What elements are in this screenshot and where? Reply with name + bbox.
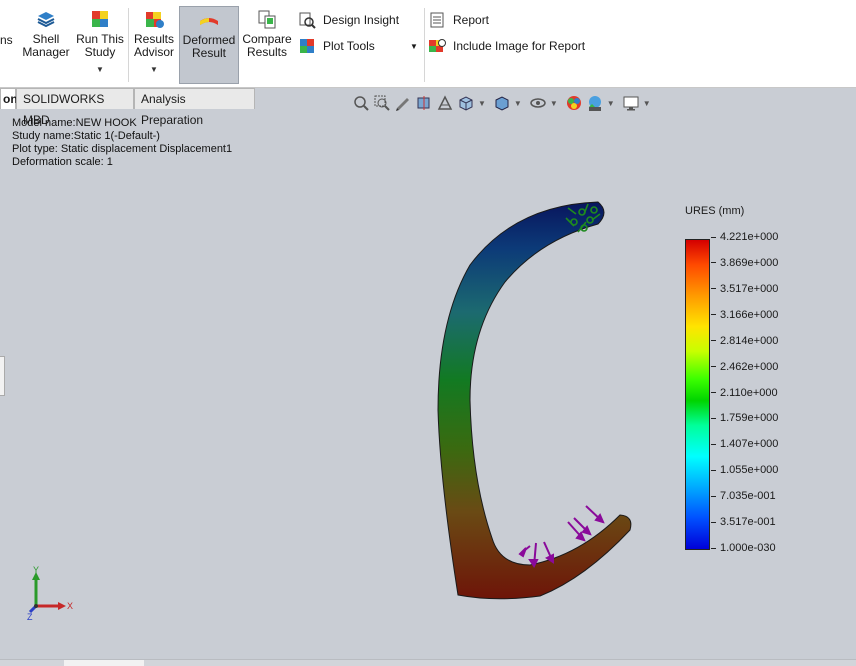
coordinate-triad bbox=[28, 572, 66, 614]
legend-tick-text: 3.517e+000 bbox=[720, 282, 779, 295]
legend-color-bar[interactable] bbox=[685, 239, 710, 550]
legend-tick-label: 3.517e+000 bbox=[711, 283, 778, 295]
legend-tick-text: 2.462e+000 bbox=[720, 360, 779, 373]
legend-tick-label: 1.407e+000 bbox=[711, 438, 778, 450]
legend-tick-mark bbox=[711, 366, 716, 368]
legend-tick-mark bbox=[711, 417, 716, 419]
legend-tick-label: 1.759e+000 bbox=[711, 412, 778, 424]
hook-model[interactable] bbox=[437, 201, 632, 600]
legend-title: URES (mm) bbox=[685, 205, 745, 217]
legend-tick-text: 1.759e+000 bbox=[720, 412, 779, 425]
legend-tick-label: 2.462e+000 bbox=[711, 361, 778, 373]
legend-tick-label: 1.055e+000 bbox=[711, 464, 778, 476]
legend-tick-label: 2.814e+000 bbox=[711, 335, 778, 347]
legend-tick-mark bbox=[711, 288, 716, 290]
legend-tick-text: 2.110e+000 bbox=[720, 386, 778, 399]
legend-tick-label: 3.517e-001 bbox=[711, 516, 776, 528]
bottom-tab[interactable] bbox=[64, 660, 144, 666]
legend-tick-mark bbox=[711, 495, 716, 497]
model-viewport[interactable]: Y X Z bbox=[0, 0, 856, 665]
legend-tick-text: 7.035e-001 bbox=[720, 490, 776, 503]
triad-y-label: Y bbox=[33, 565, 39, 575]
legend-tick-mark bbox=[711, 547, 716, 549]
legend-tick-text: 3.869e+000 bbox=[720, 256, 779, 269]
legend-tick-label: 7.035e-001 bbox=[711, 490, 776, 502]
legend-tick-text: 3.517e-001 bbox=[720, 516, 776, 529]
legend-tick-label: 3.166e+000 bbox=[711, 309, 778, 321]
legend-tick-label: 2.110e+000 bbox=[711, 387, 778, 399]
legend-tick-mark bbox=[711, 521, 716, 523]
legend-tick-mark bbox=[711, 314, 716, 316]
legend-tick-mark bbox=[711, 443, 716, 445]
legend-tick-mark bbox=[711, 392, 716, 393]
legend-tick-mark bbox=[711, 469, 716, 471]
legend-tick-text: 3.166e+000 bbox=[720, 308, 779, 321]
legend-tick-label: 3.869e+000 bbox=[711, 257, 778, 269]
triad-x-label: X bbox=[67, 601, 73, 611]
legend-tick-text: 1.407e+000 bbox=[720, 438, 779, 451]
legend-tick-mark bbox=[711, 236, 716, 238]
triad-z-label: Z bbox=[27, 612, 33, 622]
legend-tick-text: 4.221e+000 bbox=[720, 231, 779, 243]
legend-tick-mark bbox=[711, 340, 716, 342]
legend-tick-text: 2.814e+000 bbox=[720, 334, 779, 347]
legend-tick-text: 1.055e+000 bbox=[720, 464, 779, 477]
legend-tick-label: 4.221e+000 bbox=[711, 231, 778, 243]
legend-tick-mark bbox=[711, 262, 716, 264]
legend-tick-label: 1.000e-030 bbox=[711, 542, 776, 554]
legend-tick-text: 1.000e-030 bbox=[720, 542, 776, 554]
